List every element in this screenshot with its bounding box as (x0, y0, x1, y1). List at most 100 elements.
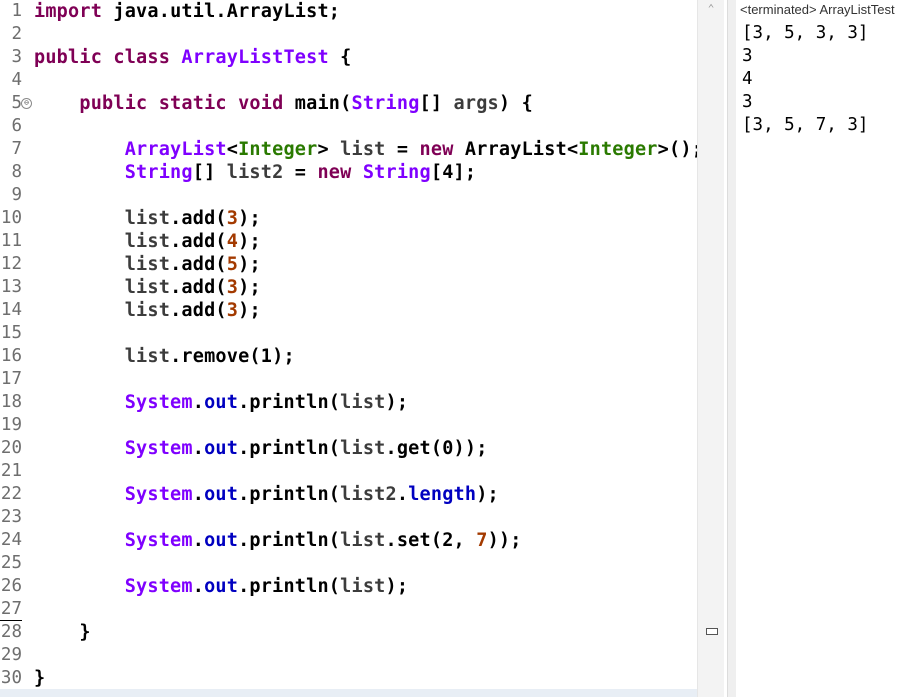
code-line[interactable]: list.remove(1); (34, 345, 295, 368)
code-token: static (158, 93, 239, 114)
code-line[interactable]: ArrayList<Integer> list = new ArrayList<… (34, 138, 703, 161)
console-output-line: 3 (742, 92, 753, 112)
console-output-line: 4 (742, 69, 753, 89)
code-token: class (113, 47, 182, 68)
code-token: .add( (170, 277, 227, 298)
horizontal-scrollbar[interactable] (0, 689, 697, 697)
code-line[interactable]: public class ArrayListTest { (34, 46, 352, 69)
code-token: Integer (238, 139, 318, 160)
code-token: < (226, 139, 239, 160)
code-token: new (419, 139, 465, 160)
code-token: 3 (226, 208, 239, 229)
code-line[interactable]: list.add(3); (34, 299, 261, 322)
code-token: .println( (238, 392, 341, 413)
code-token: list (340, 139, 386, 160)
code-token: public (34, 47, 114, 68)
code-token: list (34, 254, 171, 275)
scroll-up-arrow-icon[interactable]: ⌃ (704, 3, 718, 15)
line-number: 5 (11, 93, 22, 113)
code-line[interactable]: System.out.println(list.get(0)); (34, 437, 488, 460)
console-output-line: 3 (742, 46, 753, 66)
code-token: ArrayList (34, 139, 227, 160)
code-token: . (192, 438, 205, 459)
code-token: ); (476, 484, 499, 505)
line-number: 27 (0, 599, 22, 619)
code-token: ); (238, 277, 261, 298)
code-line[interactable]: list.add(4); (34, 230, 261, 253)
code-token: [4]; (430, 162, 477, 183)
code-token: = (385, 139, 420, 160)
code-token: . (192, 484, 205, 505)
code-token: list (34, 208, 171, 229)
code-line[interactable]: list.add(5); (34, 253, 261, 276)
code-token: ArrayListTest (181, 47, 329, 68)
line-number: 13 (0, 277, 22, 297)
line-number: 23 (0, 507, 22, 527)
line-number: 10 (0, 208, 22, 228)
code-line[interactable]: } (34, 621, 91, 644)
code-line[interactable]: } (34, 667, 45, 690)
code-token: .println( (238, 576, 341, 597)
code-token: list (34, 231, 171, 252)
code-line[interactable]: System.out.println(list); (34, 575, 408, 598)
code-token: main( (294, 93, 352, 114)
code-token: out (204, 576, 239, 597)
code-token: import (34, 1, 114, 22)
code-token: ); (238, 231, 261, 252)
current-line-indicator (0, 620, 22, 621)
line-number: 30 (0, 668, 22, 688)
code-token: list (34, 300, 171, 321)
line-number: 8 (11, 162, 22, 182)
code-token: list2 (226, 162, 284, 183)
code-token: String (362, 162, 431, 183)
code-line[interactable]: import java.util.ArrayList; (34, 0, 340, 23)
code-line[interactable]: public static void main(String[] args) { (34, 92, 533, 115)
editor-vertical-scrollbar[interactable]: ⌃ (697, 0, 724, 697)
line-number: 18 (0, 392, 22, 412)
code-token: out (204, 438, 239, 459)
code-token: 3 (226, 300, 239, 321)
line-number: 25 (0, 553, 22, 573)
code-token: String (34, 162, 193, 183)
code-token: ); (238, 208, 261, 229)
console-view[interactable]: <terminated> ArrayListTest [3, 5, 3, 3] 3… (736, 0, 924, 697)
code-token: list (34, 277, 171, 298)
code-token: public (34, 93, 159, 114)
code-line[interactable]: System.out.println(list); (34, 391, 408, 414)
code-line[interactable]: list.add(3); (34, 276, 261, 299)
code-token: java.util.ArrayList; (113, 1, 341, 22)
code-line[interactable]: String[] list2 = new String[4]; (34, 161, 476, 184)
code-token: list (340, 530, 386, 551)
line-number: 11 (0, 231, 22, 251)
code-token: System (34, 576, 193, 597)
code-token: { (328, 47, 352, 68)
code-token: 7 (476, 530, 488, 551)
code-token: . (396, 484, 409, 505)
code-token: System (34, 438, 193, 459)
line-number: 1 (11, 1, 22, 21)
line-number: 7 (11, 139, 22, 159)
line-number: 2 (11, 24, 22, 44)
line-number: 29 (0, 645, 22, 665)
overview-ruler-marker[interactable] (706, 628, 718, 635)
code-token: Integer (578, 139, 658, 160)
code-token: void (238, 93, 295, 114)
code-token: .add( (170, 300, 227, 321)
code-line[interactable]: System.out.println(list2.length); (34, 483, 499, 506)
code-token: 4 (226, 231, 239, 252)
console-output-line: [3, 5, 7, 3] (742, 115, 869, 135)
code-token: = (283, 162, 318, 183)
code-token: .set(2, (385, 530, 477, 551)
collapse-fold-icon[interactable]: ⊖ (21, 98, 32, 109)
code-token: . (192, 530, 205, 551)
code-token: list (340, 576, 386, 597)
code-token: System (34, 484, 193, 505)
code-token: out (204, 530, 239, 551)
console-output-line: [3, 5, 3, 3] (742, 23, 869, 43)
code-editor[interactable]: 1 2 3 4 5 6 7 8 9 10 11 12 13 14 15 16 17 18 19 20 21 22 23 24 2… (0, 0, 703, 697)
code-token: . (192, 576, 205, 597)
code-line[interactable]: list.add(3); (34, 207, 261, 230)
code-token: list (340, 392, 386, 413)
code-line[interactable]: System.out.println(list.set(2, 7)); (34, 529, 522, 552)
console-header: <terminated> ArrayListTest (740, 2, 895, 17)
